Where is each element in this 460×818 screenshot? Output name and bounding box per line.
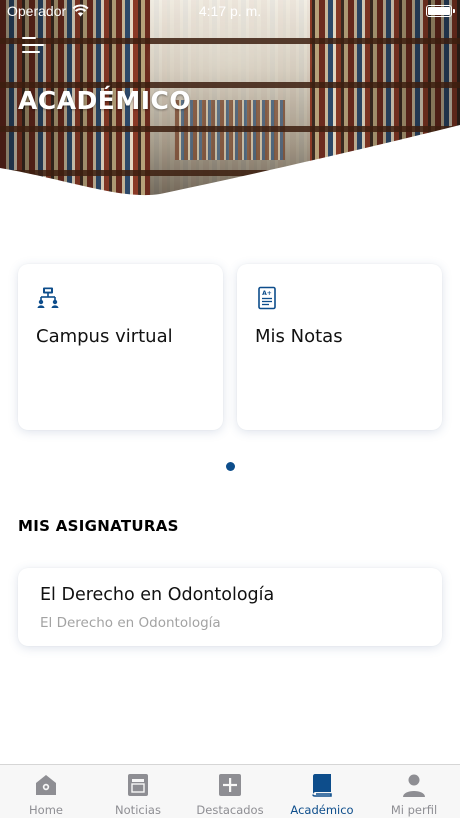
- subject-subtitle: El Derecho en Odontología: [40, 615, 221, 631]
- tab-mi-perfil[interactable]: Mi perfil: [368, 765, 460, 818]
- section-title: MIS ASIGNATURAS: [18, 517, 179, 535]
- campus-virtual-card[interactable]: Campus virtual: [18, 264, 223, 430]
- clock: 4:17 p. m.: [198, 3, 262, 19]
- plus-icon: [219, 774, 241, 796]
- tab-mi-perfil-label: Mi perfil: [390, 803, 438, 817]
- grades-document-icon: A+: [258, 286, 276, 310]
- subject-card[interactable]: El Derecho en Odontología El Derecho en …: [18, 568, 442, 646]
- mis-notas-card[interactable]: A+ Mis Notas: [237, 264, 442, 430]
- page-title: ACADÉMICO: [18, 86, 192, 115]
- hamburger-icon: [22, 37, 36, 39]
- tab-noticias-label: Noticias: [115, 803, 161, 817]
- tab-home[interactable]: Home: [0, 765, 92, 818]
- battery-icon: [426, 5, 455, 17]
- campus-network-icon: [37, 287, 59, 308]
- home-icon: [36, 775, 56, 795]
- status-bar: Operador 4:17 p. m.: [0, 0, 460, 24]
- page-indicator-dot[interactable]: [226, 462, 235, 471]
- news-icon: [128, 774, 148, 796]
- campus-virtual-label: Campus virtual: [36, 326, 173, 347]
- tab-destacados-label: Destacados: [196, 803, 264, 817]
- person-icon: [403, 774, 425, 797]
- mis-notas-label: Mis Notas: [255, 326, 343, 347]
- tab-home-label: Home: [29, 803, 63, 817]
- tab-noticias[interactable]: Noticias: [92, 765, 184, 818]
- tab-destacados[interactable]: Destacados: [184, 765, 276, 818]
- tab-academico-label: Académico: [290, 803, 354, 817]
- book-icon: [312, 774, 332, 797]
- tab-academico[interactable]: Académico: [276, 765, 368, 818]
- tab-bar: Home Noticias Destacados Académico Mi pe…: [0, 764, 460, 818]
- subject-name: El Derecho en Odontología: [40, 585, 275, 605]
- menu-button[interactable]: [22, 34, 48, 56]
- svg-text:A+: A+: [262, 290, 272, 297]
